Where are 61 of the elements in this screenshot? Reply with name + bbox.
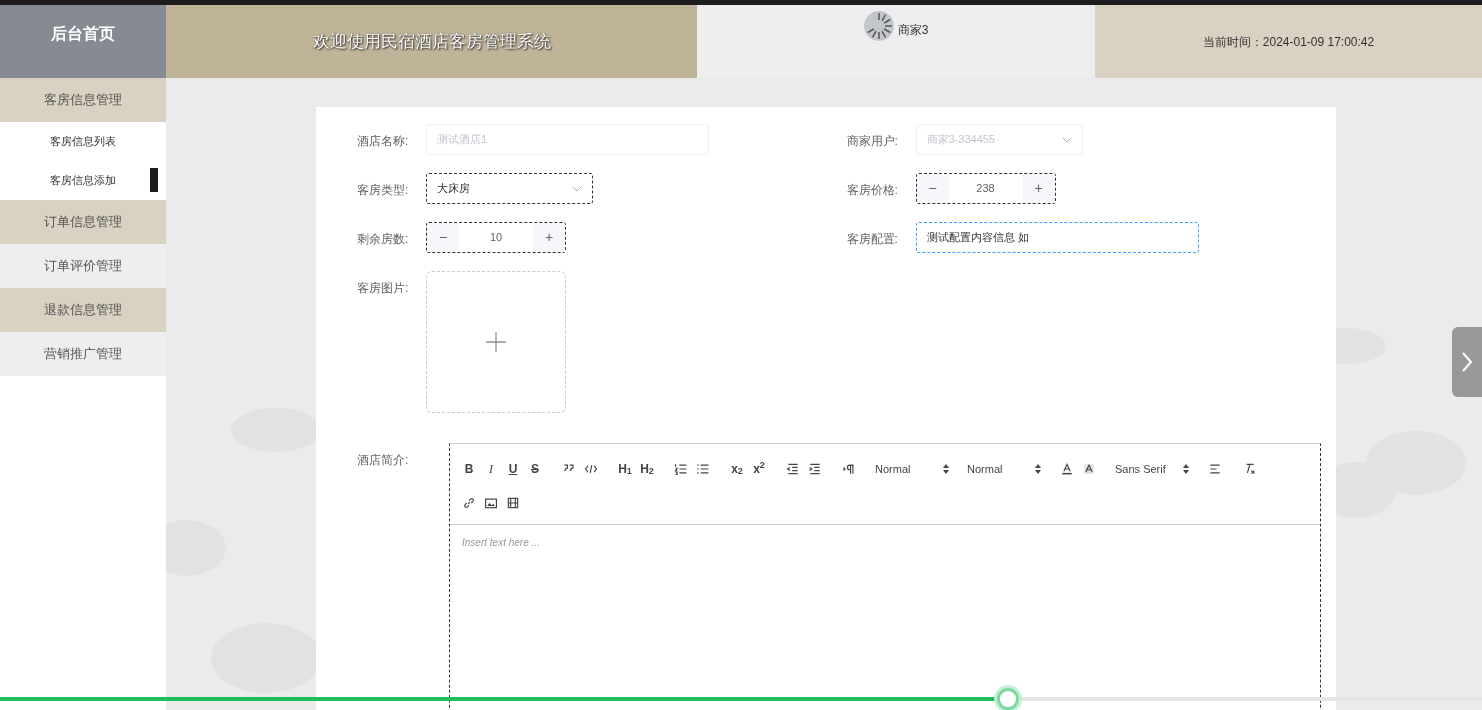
sidebar-group[interactable]: 订单信息管理 [0,200,166,244]
increment-button[interactable]: + [1022,174,1055,203]
number-field[interactable]: − 10 + [426,222,566,253]
format-picker[interactable]: Sans Serif [1112,457,1192,481]
progress-thumb[interactable] [996,688,1019,710]
format-button[interactable]: I [480,457,502,481]
chevron-right-icon [1461,351,1473,373]
format-button[interactable]: S [524,457,546,481]
number-field[interactable]: − 238 + [915,173,1056,204]
field-label: 客房类型: [357,182,410,199]
field-label: 客房配置: [846,231,899,248]
decrement-button[interactable]: − [427,223,459,252]
format-picker[interactable]: Normal [872,457,952,481]
sidebar-group[interactable]: 退款信息管理 [0,288,166,332]
text-field[interactable]: 测试配置内容信息 如 [915,222,1199,253]
progress-track[interactable] [0,688,1482,710]
select-value: 商家3-334455 [926,132,995,148]
highlight-icon [1082,462,1096,476]
format-button[interactable]: U [502,457,524,481]
code-icon [584,462,598,476]
field-label: 酒店简介: [357,452,410,469]
number-value: 10 [488,230,504,246]
updown-icon [943,464,949,474]
format-button[interactable]: B [458,457,480,481]
field-label: 客房价格: [846,182,899,199]
sidebar-group[interactable]: 营销推广管理 [0,332,166,376]
sidebar-group[interactable]: 订单评价管理 [0,244,166,288]
ordered-list-icon [674,462,688,476]
format-button[interactable]: x$_{2}$ [726,457,748,481]
bullet-list-icon [696,462,710,476]
paragraph-direction-icon [842,462,856,476]
format-picker[interactable]: Normal [964,457,1044,481]
format-button[interactable]: x$^{2}$ [748,457,770,481]
chevron-down-icon [572,185,582,192]
field-label: 商家用户: [846,133,899,150]
chevron-down-icon [1061,136,1072,143]
video-icon [506,496,520,510]
select-value: 大床房 [437,181,470,197]
image-icon [484,496,498,510]
plus-icon [486,332,506,352]
avatar-icon [863,11,894,41]
format-button[interactable]: H$_{1}$ [614,457,636,481]
decrement-button[interactable]: − [916,174,949,203]
format-button[interactable]: H$_{2}$ [636,457,658,481]
link-icon [462,496,476,510]
indent-icon [808,462,822,476]
user-name: 商家3 [897,22,929,39]
updown-icon [1183,464,1189,474]
text-color-icon [1060,462,1074,476]
outdent-icon [786,462,800,476]
number-value: 238 [975,181,996,197]
updown-icon [1035,464,1041,474]
select-field[interactable]: 大床房 [426,173,593,204]
sidebar-group[interactable]: 客房信息管理 [0,78,166,122]
field-label: 剩余房数: [357,231,410,248]
align-icon [1208,462,1222,476]
field-label: 客房图片: [357,280,410,297]
field-label: 酒店名称: [357,133,410,150]
page-title: 欢迎使用民宿酒店客房管理系统 [312,30,551,53]
current-time: 当前时间：2024-01-09 17:00:42 [1202,33,1375,51]
increment-button[interactable]: + [533,223,565,252]
